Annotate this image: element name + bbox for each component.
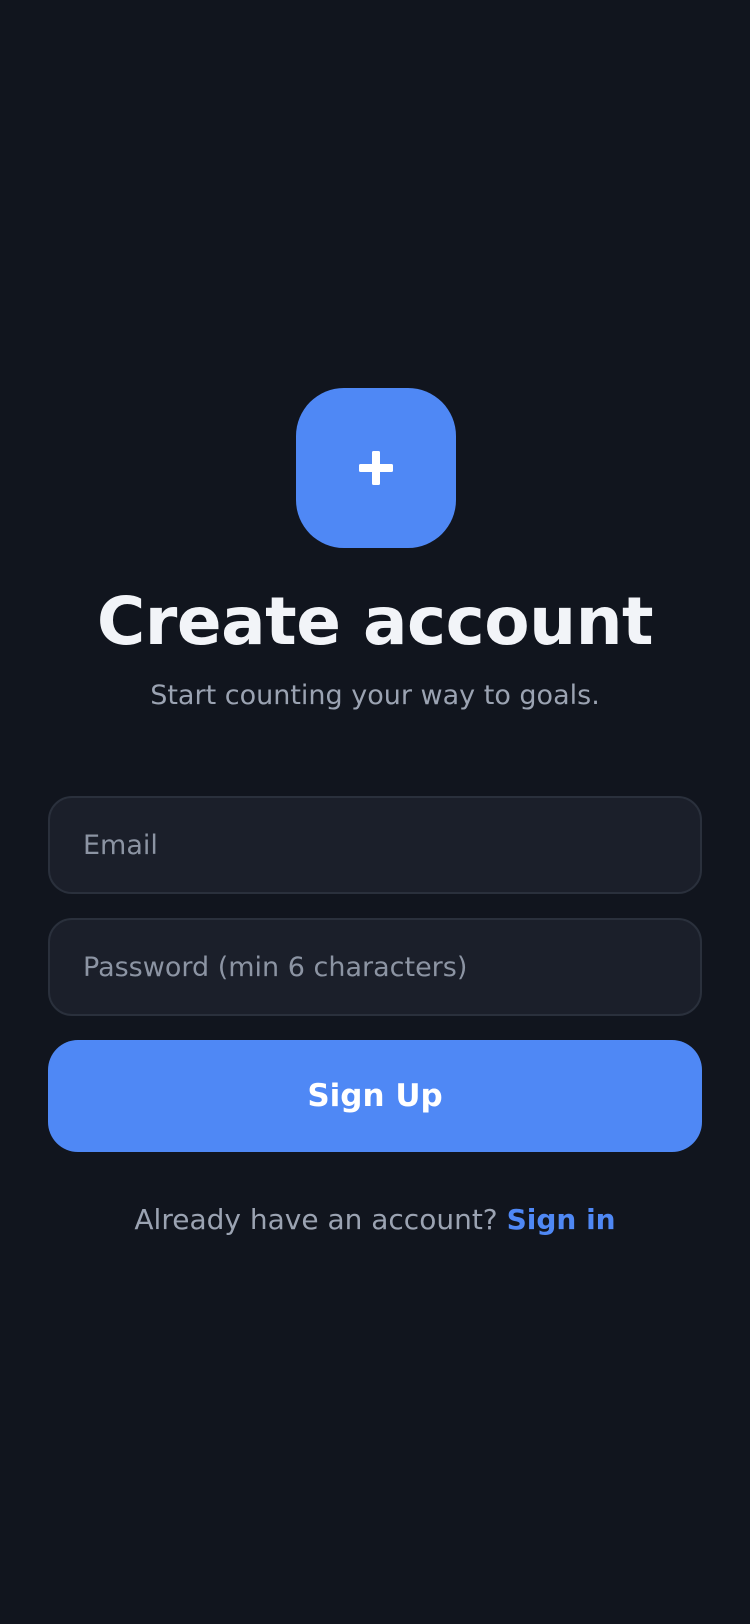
signup-screen: Create account Start counting your way t… bbox=[0, 0, 750, 1624]
email-input[interactable] bbox=[48, 796, 702, 894]
sign-in-prompt-text: Already have an account? bbox=[134, 1203, 507, 1236]
password-input[interactable] bbox=[48, 918, 702, 1016]
page-subtitle: Start counting your way to goals. bbox=[150, 680, 600, 711]
sign-up-button[interactable]: Sign Up bbox=[48, 1040, 702, 1152]
sign-in-link[interactable]: Sign in bbox=[507, 1203, 616, 1236]
page-title: Create account bbox=[96, 583, 654, 660]
sign-in-prompt: Already have an account? Sign in bbox=[0, 1198, 750, 1242]
app-logo bbox=[296, 388, 456, 548]
plus-icon bbox=[359, 451, 393, 485]
